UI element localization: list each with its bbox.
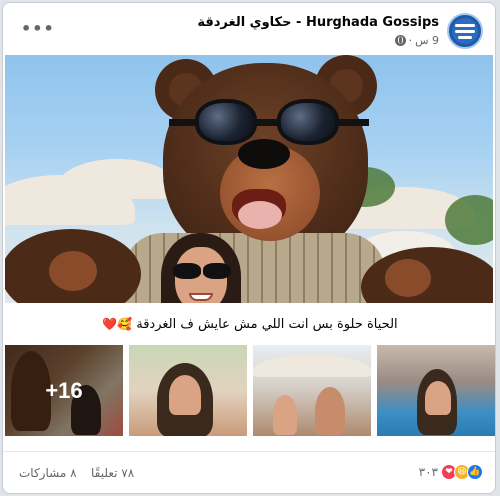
- more-photos-overlay: +16: [5, 345, 123, 436]
- post-header: ••• Hurghada Gossips - حكاوي الغردقة 9 س…: [3, 3, 495, 55]
- reactions-summary[interactable]: 👍 😆 ❤ ٣٠٣: [419, 464, 483, 480]
- shares-count[interactable]: ٨ مشاركات: [19, 466, 77, 480]
- page-name[interactable]: Hurghada Gossips - حكاوي الغردقة: [197, 15, 439, 30]
- post-time[interactable]: 9 س: [415, 34, 439, 47]
- post-meta: 9 س ·: [394, 34, 439, 47]
- more-options-button[interactable]: •••: [21, 17, 54, 41]
- meta-separator: ·: [408, 34, 413, 47]
- post-footer: ٨ مشاركات ٧٨ تعليقًا 👍 😆 ❤ ٣٠٣: [3, 451, 495, 491]
- page-avatar[interactable]: [447, 13, 483, 49]
- caption-text: الحياة حلوة بس انت اللي مش عايش ف الغردق…: [136, 316, 398, 332]
- caption-emoji: 🥰❤️: [102, 317, 133, 331]
- like-icon: 👍: [467, 464, 483, 480]
- post-main-photo[interactable]: [5, 55, 493, 303]
- post-card: ••• Hurghada Gossips - حكاوي الغردقة 9 س…: [2, 2, 496, 494]
- photo-thumbnails: +16: [5, 345, 495, 437]
- comments-count[interactable]: ٧٨ تعليقًا: [91, 466, 134, 480]
- more-options-icon: •••: [21, 19, 55, 38]
- globe-icon[interactable]: [394, 35, 406, 46]
- post-caption: الحياة حلوة بس انت اللي مش عايش ف الغردق…: [3, 303, 495, 345]
- photo-thumbnail[interactable]: [129, 345, 247, 436]
- photo-thumbnail-more[interactable]: +16: [5, 345, 123, 436]
- photo-thumbnail[interactable]: [253, 345, 371, 436]
- more-photos-count: +16: [45, 377, 83, 403]
- photo-thumbnail[interactable]: [377, 345, 495, 436]
- reaction-count: ٣٠٣: [418, 465, 438, 479]
- page-logo-icon: [452, 18, 478, 44]
